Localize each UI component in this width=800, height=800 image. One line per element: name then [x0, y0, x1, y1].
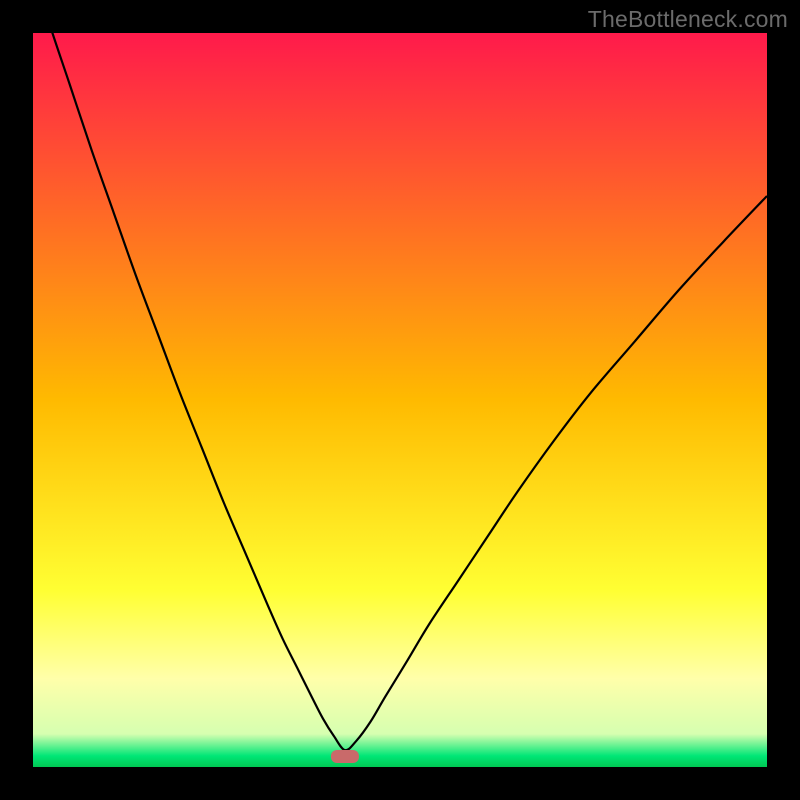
chart-svg	[33, 33, 767, 767]
plot-area	[33, 33, 767, 767]
watermark-label: TheBottleneck.com	[588, 6, 788, 33]
minimum-marker	[331, 750, 359, 763]
gradient-fill	[33, 33, 767, 767]
chart-frame: TheBottleneck.com	[0, 0, 800, 800]
